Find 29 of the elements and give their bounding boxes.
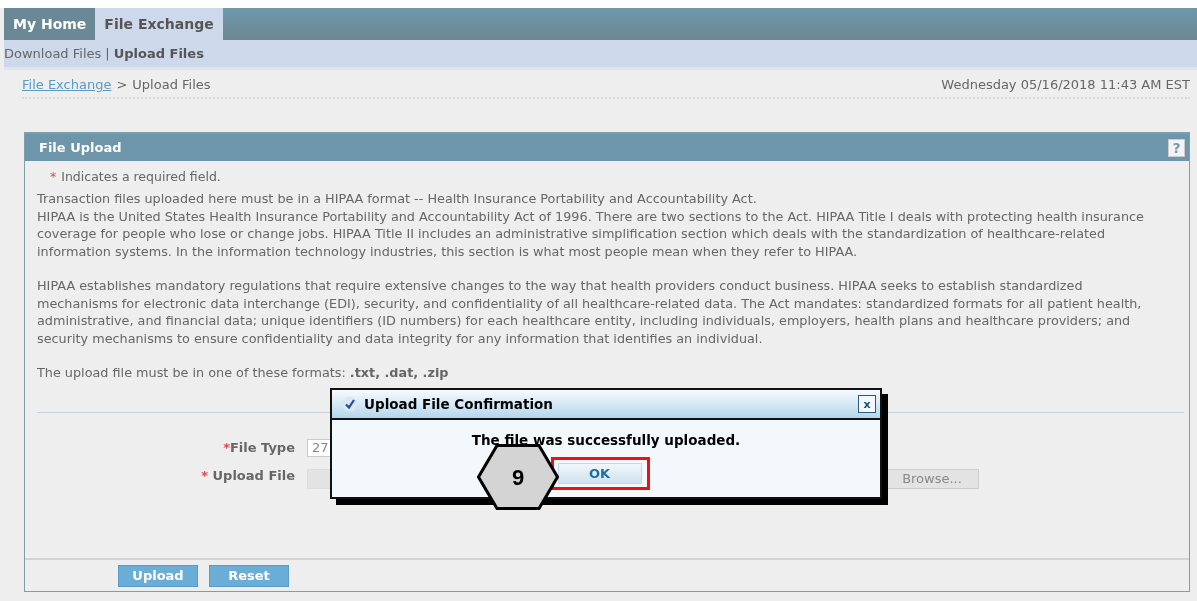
breadcrumb-separator: >: [116, 77, 128, 92]
info-text: HIPAA is the United States Health Insurance Portability and Accountability Act of 1996. There are two sections to the Act. HIPAA Title I deals with protecting health insurance coverage for people who lose or change jobs. HIPAA Title II includes an administrative simplification section which deals with the standardization of healthcare-related information systems. In the information technology industries, this section is what most people mean when they refer to HIPAA.: [37, 207, 1145, 260]
breadcrumb-current: Upload Files: [132, 77, 211, 92]
field-label: Upload File: [212, 468, 295, 483]
field-label: File Type: [229, 440, 295, 455]
required-mark: *: [201, 468, 209, 483]
panel-title: File Upload: [39, 140, 122, 155]
breadcrumb-link[interactable]: File Exchange: [22, 77, 112, 92]
check-icon: [342, 396, 358, 412]
browse-button[interactable]: Browse...: [885, 468, 979, 489]
help-button[interactable]: ?: [1168, 138, 1185, 157]
step-badge: 9: [477, 444, 559, 510]
info-text: The upload file must be in one of these formats: .txt, .dat, .zip: [37, 364, 450, 382]
sub-nav-link[interactable]: Upload Files: [113, 46, 204, 61]
form-button[interactable]: Reset: [209, 564, 289, 587]
nav-tab[interactable]: My Home: [4, 8, 96, 40]
form-button[interactable]: Upload: [118, 564, 198, 587]
info-text: HIPAA establishes mandatory regulations that require extensive changes to the way that health providers conduct business. HIPAA seeks to establish standardized mechanisms for electronic data interchange (EDI), security, and confidentiality of all healthcare-related data. The Act mandates: standardized formats for all patient health, administrative, and financial data; unique identifiers (ID numbers) for each healthcare entity, including individuals, employers, health plans and healthcare providers; and security mechanisms to ensure confidentiality and data integrity for any information that identifies an individual.: [37, 277, 1143, 347]
date-time: Wednesday 05/16/2018 11:43 AM EST: [941, 77, 1190, 92]
separator: |: [105, 46, 110, 61]
close-button[interactable]: x: [858, 395, 876, 413]
required-mark: *: [50, 169, 57, 184]
sub-nav-link[interactable]: Download Files: [4, 46, 102, 61]
ok-button[interactable]: OK: [557, 463, 642, 484]
dialog-title: Upload File Confirmation: [364, 396, 554, 412]
nav-tab[interactable]: File Exchange: [95, 8, 223, 40]
required-note: Indicates a required field.: [61, 169, 221, 184]
info-text: Transaction files uploaded here must be in a HIPAA format -- Health Insurance Portability and Accountability Act.: [37, 190, 758, 208]
required-mark: *: [223, 440, 230, 455]
